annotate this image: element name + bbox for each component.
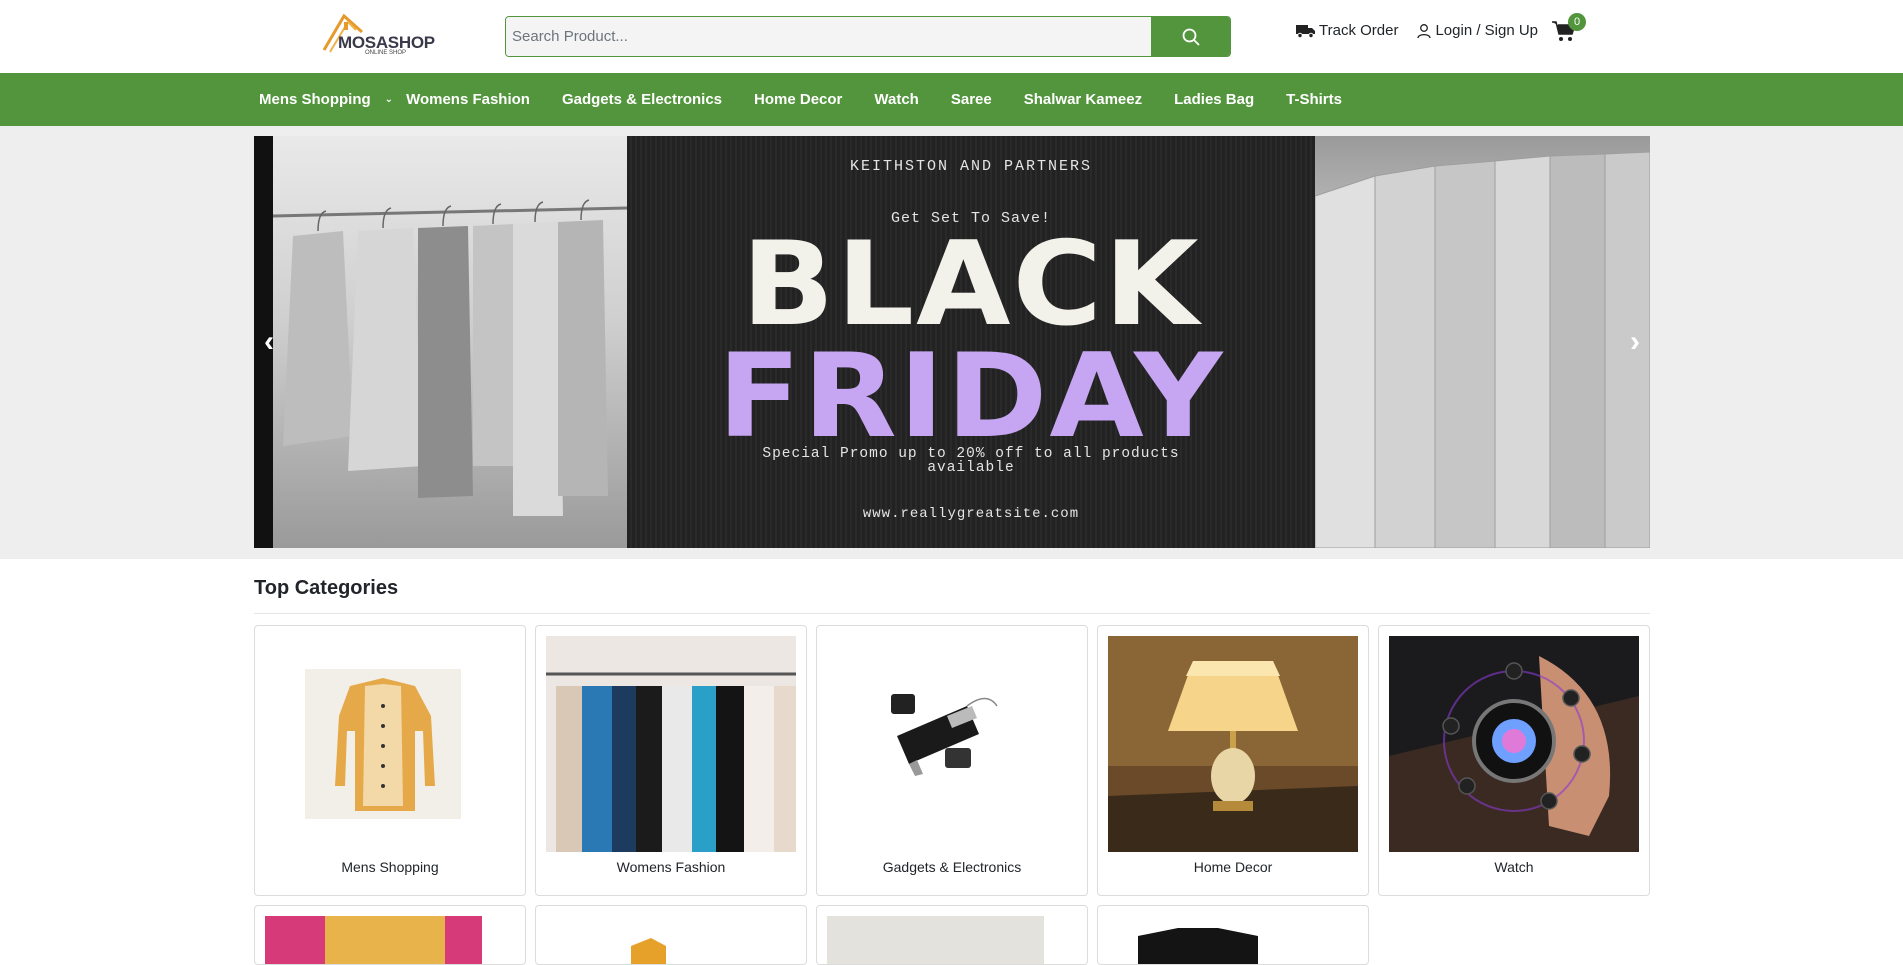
nav-item-t-shirts[interactable]: T-Shirts [1286,91,1342,108]
nav-item-label: Ladies Bag [1174,91,1255,108]
nav-item-label: Womens Fashion [406,91,530,108]
category-card-shalwar-kameez[interactable] [535,905,807,965]
section-divider [254,613,1650,614]
nav-item-shalwar-kameez[interactable]: Shalwar Kameez [1024,91,1142,108]
header-links: Track Order Login / Sign Up [1296,22,1556,39]
promo-url: www.reallygreatsite.com [862,506,1080,522]
hero-slider[interactable]: KEITHSTON AND PARTNERS Get Set To Save! … [254,136,1650,548]
nav-item-womens-fashion[interactable]: Womens Fashion [406,91,530,108]
category-card-saree[interactable] [254,905,526,965]
category-image [546,636,796,852]
clothes-rack-photo-left [273,136,627,548]
truck-icon [1296,24,1315,38]
track-order-link[interactable]: Track Order [1296,22,1398,39]
nav-item-watch[interactable]: Watch [874,91,918,108]
promo-headline-friday: FRIDAY [717,328,1225,464]
category-label: Gadgets & Electronics [882,859,1022,875]
nav-item-label: T-Shirts [1286,91,1342,108]
search-input[interactable] [506,17,1151,56]
login-link[interactable]: Login / Sign Up [1416,22,1538,39]
nav-item-label: Saree [950,91,992,108]
category-nav: Mens Shopping ⌄ Womens Fashion Gadgets &… [0,73,1903,126]
section-title: Top Categories [254,577,399,599]
category-card-womens-fashion[interactable]: Womens Fashion [535,625,807,896]
nav-item-label: Mens Shopping [259,91,371,108]
black-friday-banner: KEITHSTON AND PARTNERS Get Set To Save! … [627,136,1315,548]
search-button[interactable] [1151,17,1230,56]
nav-item-home-decor[interactable]: Home Decor [754,91,842,108]
category-image [1108,636,1358,852]
nav-item-gadgets-electronics[interactable]: Gadgets & Electronics [562,91,722,108]
category-label: Mens Shopping [341,859,439,875]
category-label: Home Decor [1193,859,1273,875]
promo-special-text: Special Promo up to 20% off to all produ… [762,446,1180,476]
category-card-watch[interactable]: Watch [1378,625,1650,896]
nav-item-label: Gadgets & Electronics [561,91,723,108]
nav-item-label: Home Decor [754,91,843,108]
category-image [265,636,515,852]
slider-prev-button[interactable]: ‹ [254,322,284,362]
site-header: MOSASHOP ONLINE SHOP Track Order [0,0,1903,73]
slider-next-button[interactable]: › [1620,322,1650,362]
category-label: Watch [1494,859,1534,875]
category-image [265,916,515,964]
category-image [1389,636,1639,852]
category-card-ladies-bag[interactable] [816,905,1088,965]
search-bar [505,16,1231,57]
nav-item-mens-shopping[interactable]: Mens Shopping ⌄ [259,91,393,108]
category-card-home-decor[interactable]: Home Decor [1097,625,1369,896]
category-label: Womens Fashion [616,859,726,875]
category-image [827,916,1077,964]
track-order-label: Track Order [1319,22,1399,39]
nav-item-label: Watch [874,91,919,108]
cart-count-badge: 0 [1568,13,1586,31]
search-icon [1182,28,1200,46]
logo-subtext: ONLINE SHOP [365,50,407,56]
promo-brand: KEITHSTON AND PARTNERS [849,158,1093,175]
clothes-rack-photo-right [1315,136,1650,548]
nav-item-label: Shalwar Kameez [1023,91,1143,108]
chevron-down-icon: ⌄ [384,94,394,105]
category-image [1108,916,1358,964]
nav-item-ladies-bag[interactable]: Ladies Bag [1174,91,1254,108]
promo-headline-black: BLACK [741,216,1201,352]
nav-item-saree[interactable]: Saree [951,91,992,108]
category-card-t-shirts[interactable] [1097,905,1369,965]
category-image [827,636,1077,852]
login-label: Login / Sign Up [1435,22,1539,39]
category-card-mens-shopping[interactable]: Mens Shopping [254,625,526,896]
category-image [546,916,796,964]
user-icon [1417,23,1432,38]
category-card-gadgets-electronics[interactable]: Gadgets & Electronics [816,625,1088,896]
